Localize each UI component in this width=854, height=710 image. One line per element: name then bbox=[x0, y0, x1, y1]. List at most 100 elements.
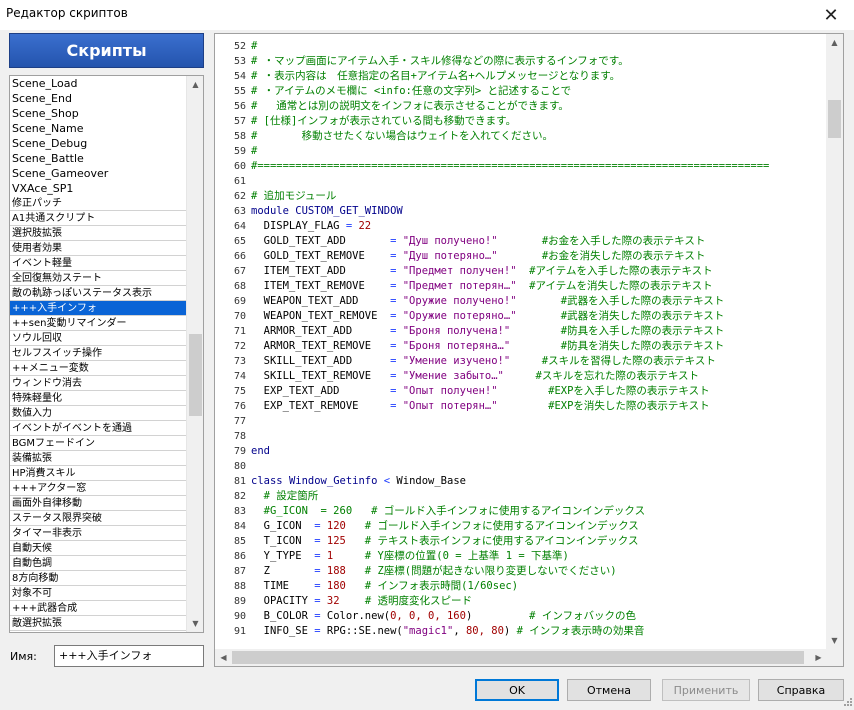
list-item[interactable]: HP消費スキル bbox=[10, 466, 187, 481]
code-text: # ・マップ画面にアイテム入手・スキル修得などの際に表示するインフォです。 bbox=[251, 54, 629, 69]
scroll-down-icon[interactable]: ▼ bbox=[826, 632, 843, 649]
list-item[interactable]: 敵の軌跡っぽいステータス表示 bbox=[10, 286, 187, 301]
script-name-input[interactable]: +++入手インフォ bbox=[54, 645, 204, 667]
editor-horizontal-scrollbar[interactable]: ◀ ▶ bbox=[215, 649, 827, 666]
code-token: = bbox=[314, 625, 327, 637]
list-item[interactable]: +++武器合成 bbox=[10, 601, 187, 616]
list-item[interactable]: セルフスイッチ操作 bbox=[10, 346, 187, 361]
code-token: "Броня потеряна…" bbox=[402, 340, 511, 352]
code-line: 52 # bbox=[215, 39, 810, 54]
code-token: 22 bbox=[358, 220, 372, 232]
line-number: 63 bbox=[233, 206, 246, 217]
list-item[interactable]: Scene_End bbox=[10, 91, 187, 106]
list-item[interactable]: VXAce_SP1 bbox=[10, 181, 187, 196]
code-token: = bbox=[390, 400, 403, 412]
list-item[interactable]: 8方向移動 bbox=[10, 571, 187, 586]
cancel-button[interactable]: Отмена bbox=[567, 679, 651, 701]
code-token: ARMOR_TEXT_REMOVE bbox=[251, 340, 391, 352]
list-item[interactable]: Scene_Load bbox=[10, 76, 187, 91]
code-token: #G_ICON = 260 # ゴールド入手インフォに使用するアイコンインデック… bbox=[251, 505, 646, 517]
scroll-thumb[interactable] bbox=[232, 651, 804, 664]
list-item[interactable]: A1共通スクリプト bbox=[10, 211, 187, 226]
code-line: 55 # ・アイテムのメモ欄に <info:任意の文字列> と記述することで bbox=[215, 84, 810, 99]
list-item[interactable]: 装備拡張 bbox=[10, 451, 187, 466]
list-item[interactable]: ウィンドウ消去 bbox=[10, 376, 187, 391]
list-item[interactable]: 画面外自律移動 bbox=[10, 496, 187, 511]
scroll-thumb[interactable] bbox=[828, 100, 841, 138]
list-item[interactable]: 修正パッチ bbox=[10, 196, 187, 211]
list-item[interactable]: +++入手インフォ bbox=[10, 301, 187, 316]
line-number: 85 bbox=[233, 536, 246, 547]
code-token: # 設定箇所 bbox=[251, 490, 319, 502]
list-item[interactable]: イベント軽量 bbox=[10, 256, 187, 271]
code-token: # テキスト表示インフォに使用するアイコンインデックス bbox=[345, 535, 639, 547]
list-item[interactable]: ++sen変動リマインダー bbox=[10, 316, 187, 331]
code-token: #=======================================… bbox=[251, 160, 770, 172]
list-item[interactable]: Scene_Debug bbox=[10, 136, 187, 151]
editor-vertical-scrollbar[interactable]: ▲ ▼ bbox=[826, 34, 843, 649]
script-list[interactable]: Scene_Load Scene_End Scene_Shop Scene_Name S… bbox=[9, 75, 204, 633]
list-item[interactable]: 敵選択拡張 bbox=[10, 616, 187, 631]
code-text: Y_TYPE = 1 # Y座標の位置(0 = 上基準 1 = 下基準) bbox=[251, 549, 569, 564]
code-area[interactable]: 52 #53 # ・マップ画面にアイテム入手・スキル修得などの際に表示するインフォで… bbox=[215, 39, 810, 647]
code-text: Z = 188 # Z座標(問題が起きない限り変更しないでください) bbox=[251, 564, 617, 579]
list-item[interactable]: ソウル回収 bbox=[10, 331, 187, 346]
list-item[interactable]: Scene_Name bbox=[10, 121, 187, 136]
code-token: "Душ потеряно…" bbox=[402, 250, 498, 262]
list-item[interactable]: 自動色調 bbox=[10, 556, 187, 571]
code-line: 91 INFO_SE = RPG::SE.new("magic1", 80, 8… bbox=[215, 624, 810, 639]
scroll-right-icon[interactable]: ▶ bbox=[810, 649, 827, 666]
code-token: Color.new( bbox=[326, 610, 391, 622]
code-token: WEAPON_TEXT_ADD bbox=[251, 295, 391, 307]
code-token: = bbox=[314, 535, 327, 547]
scroll-thumb[interactable] bbox=[189, 334, 202, 416]
list-item[interactable]: 自動天候 bbox=[10, 541, 187, 556]
list-item[interactable]: ステータス限界突破 bbox=[10, 511, 187, 526]
scroll-up-icon[interactable]: ▲ bbox=[826, 34, 843, 51]
resize-grip-icon[interactable] bbox=[842, 698, 852, 708]
list-item[interactable]: 対象不可 bbox=[10, 586, 187, 601]
code-line: 67 ITEM_TEXT_ADD = "Предмет получен!" #ア… bbox=[215, 264, 810, 279]
list-item[interactable]: 特殊軽量化 bbox=[10, 391, 187, 406]
scroll-up-icon[interactable]: ▲ bbox=[187, 76, 203, 93]
code-token: ARMOR_TEXT_ADD bbox=[251, 325, 391, 337]
code-token: # Z座標(問題が起きない限り変更しないでください) bbox=[345, 565, 617, 577]
script-list-scrollbar[interactable]: ▲ ▼ bbox=[186, 76, 203, 632]
apply-button[interactable]: Применить bbox=[662, 679, 750, 701]
code-token: GOLD_TEXT_ADD bbox=[251, 235, 391, 247]
code-token: = bbox=[390, 340, 403, 352]
list-item[interactable]: タイマー非表示 bbox=[10, 526, 187, 541]
code-token: = bbox=[390, 325, 403, 337]
line-number: 62 bbox=[233, 191, 246, 202]
code-line: 56 # 通常とは別の説明文をインフォに表示させることができます。 bbox=[215, 99, 810, 114]
line-number: 79 bbox=[233, 446, 246, 457]
list-item[interactable]: 数値入力 bbox=[10, 406, 187, 421]
list-item[interactable]: 全回復無効ステート bbox=[10, 271, 187, 286]
list-item[interactable]: イベントがイベントを通過 bbox=[10, 421, 187, 436]
line-number: 84 bbox=[233, 521, 246, 532]
list-item[interactable]: 選択肢拡張 bbox=[10, 226, 187, 241]
help-button[interactable]: Справка bbox=[758, 679, 844, 701]
list-item[interactable]: 使用者効果 bbox=[10, 241, 187, 256]
line-number: 67 bbox=[233, 266, 246, 277]
code-editor[interactable]: 52 #53 # ・マップ画面にアイテム入手・スキル修得などの際に表示するインフォで… bbox=[214, 33, 844, 667]
list-item[interactable]: Scene_Gameover bbox=[10, 166, 187, 181]
code-token: GOLD_TEXT_REMOVE bbox=[251, 250, 391, 262]
list-item[interactable]: BGMフェードイン bbox=[10, 436, 187, 451]
code-line: 53 # ・マップ画面にアイテム入手・スキル修得などの際に表示するインフォです。 bbox=[215, 54, 810, 69]
scroll-left-icon[interactable]: ◀ bbox=[215, 649, 232, 666]
code-token: = bbox=[390, 385, 403, 397]
code-token: Z bbox=[251, 565, 315, 577]
ok-button[interactable]: OK bbox=[475, 679, 559, 701]
list-item[interactable]: Scene_Battle bbox=[10, 151, 187, 166]
list-item[interactable]: ++メニュー変数 bbox=[10, 361, 187, 376]
list-item[interactable]: +++アクター窓 bbox=[10, 481, 187, 496]
close-icon[interactable]: ✕ bbox=[808, 0, 854, 30]
code-line: 79 end bbox=[215, 444, 810, 459]
code-text: # ・アイテムのメモ欄に <info:任意の文字列> と記述することで bbox=[251, 84, 571, 99]
list-item[interactable]: Scene_Shop bbox=[10, 106, 187, 121]
code-token: 32 bbox=[326, 595, 340, 607]
code-text: OPACITY = 32 # 透明度変化スピード bbox=[251, 594, 472, 609]
scroll-down-icon[interactable]: ▼ bbox=[187, 615, 203, 632]
line-number: 71 bbox=[233, 326, 246, 337]
